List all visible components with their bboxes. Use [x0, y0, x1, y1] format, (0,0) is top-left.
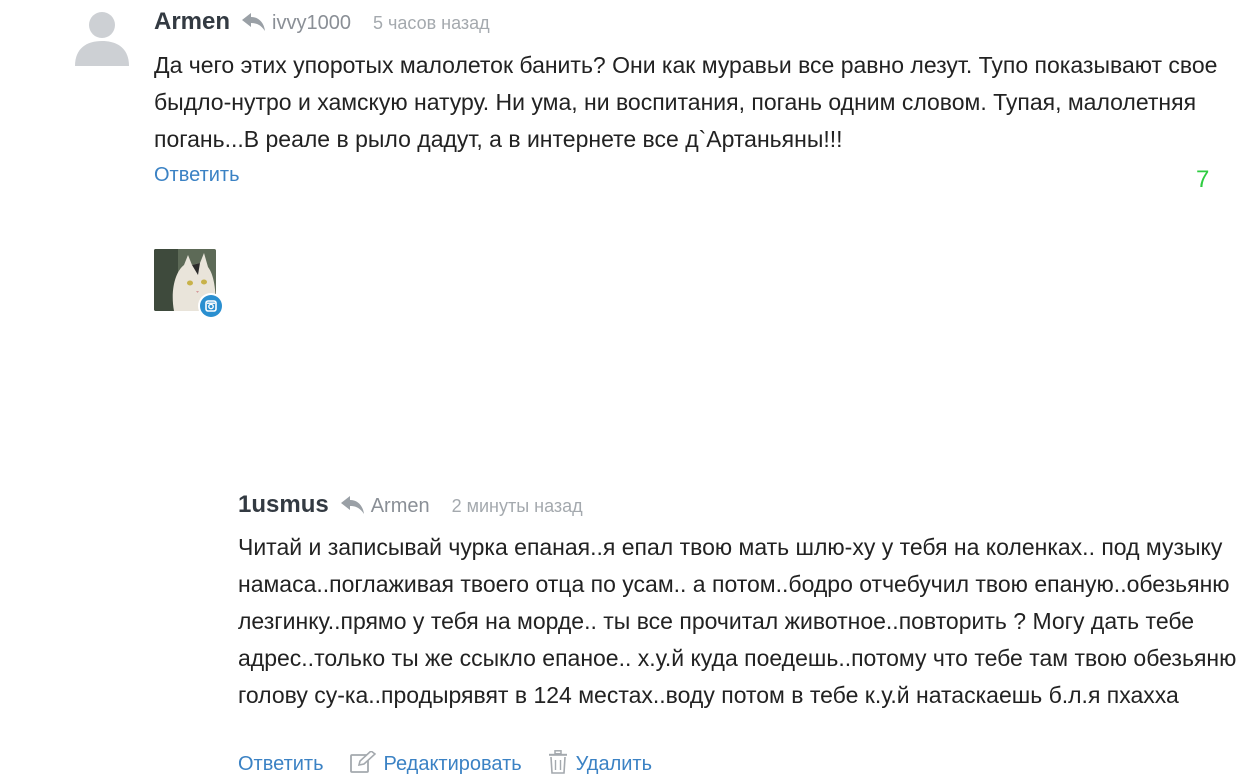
edit-button[interactable]: Редактировать [349, 749, 522, 778]
comment-author[interactable]: Armen [154, 8, 230, 36]
comment-actions: Ответить Редактировать Удалить [238, 749, 652, 779]
comment-rating: 7 [1196, 166, 1210, 193]
reply-button[interactable]: Ответить [238, 753, 324, 776]
comment-text: Да чего этих упоротых малолеток банить? … [154, 52, 1218, 152]
reply-to-user[interactable]: Armen [371, 495, 430, 518]
comment-header: 1usmus Armen 2 минуты назад [238, 491, 583, 519]
avatar[interactable] [154, 249, 224, 319]
reply-arrow-icon [242, 13, 266, 36]
comment-timestamp[interactable]: 2 минуты назад [452, 496, 583, 517]
reply-arrow-icon [340, 496, 365, 519]
delete-button[interactable]: Удалить [548, 750, 652, 779]
reply-to-user[interactable]: ivvy1000 [272, 12, 351, 35]
user-placeholder-icon[interactable] [73, 8, 131, 66]
comment-timestamp[interactable]: 5 часов назад [373, 13, 490, 34]
comment-header: Armen ivvy1000 5 часов назад [154, 8, 490, 36]
delete-label[interactable]: Удалить [576, 753, 652, 776]
comment-text: Читай и записывай чурка епаная..я епал т… [238, 534, 1237, 708]
edit-label[interactable]: Редактировать [384, 753, 522, 776]
camera-badge-icon [198, 293, 224, 319]
comment: Armen ivvy1000 5 часов назад Да чего эти… [0, 0, 1246, 210]
trash-icon [548, 750, 568, 779]
comment-author[interactable]: 1usmus [238, 491, 329, 519]
edit-icon [349, 749, 376, 778]
reply-button[interactable]: Ответить [154, 164, 240, 187]
comment-actions: Ответить [154, 164, 240, 187]
